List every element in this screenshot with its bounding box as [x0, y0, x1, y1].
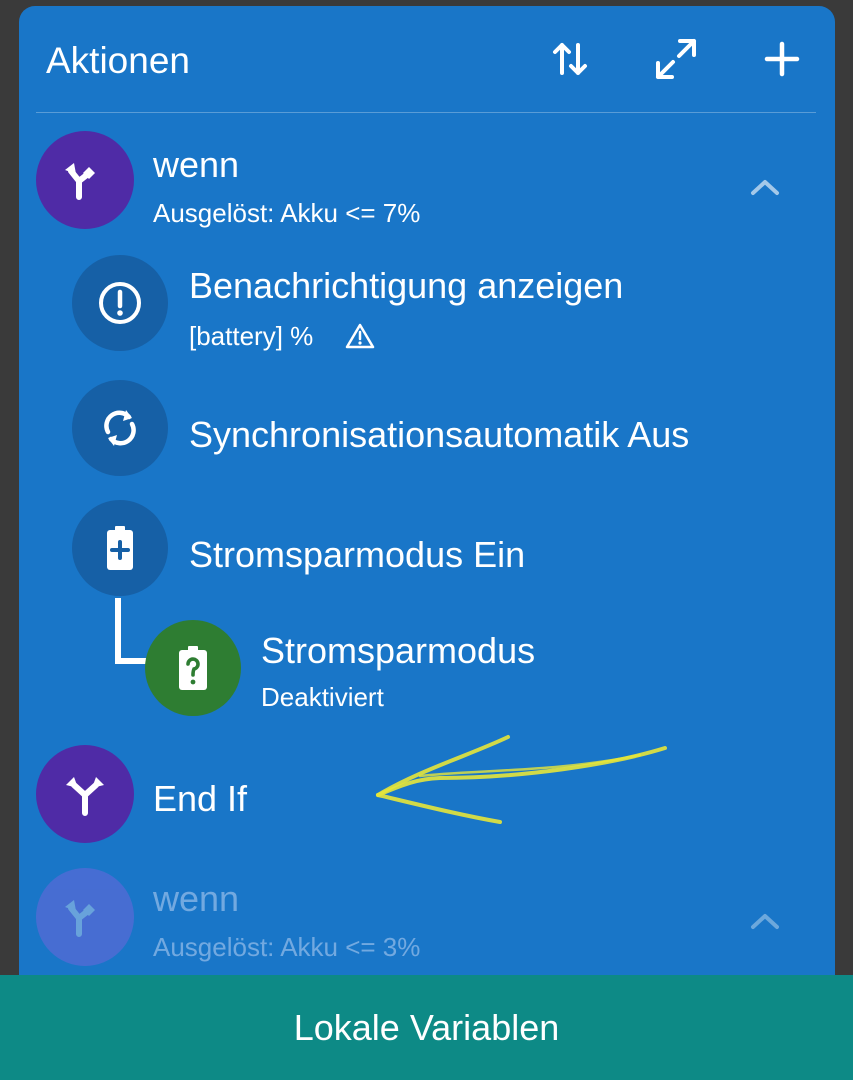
expand-button[interactable] [653, 36, 699, 82]
action-power-saving-on[interactable]: Stromsparmodus Ein [19, 496, 835, 600]
battery-question-icon [145, 620, 241, 716]
condition-title: wenn [153, 144, 240, 185]
warning-triangle-icon [345, 323, 375, 354]
header-divider [36, 112, 816, 113]
action-title: Stromsparmodus Ein [189, 534, 526, 575]
action-auto-sync-off[interactable]: Synchronisationsautomatik Aus [19, 376, 835, 482]
branch-icon [36, 868, 134, 966]
action-title: Benachrichtigung anzeigen [189, 265, 624, 306]
action-subtitle: [battery] % [189, 321, 314, 351]
condition-end-if[interactable]: End If [19, 736, 835, 860]
plus-icon [764, 41, 800, 77]
sort-arrows-icon [553, 43, 587, 75]
condition-if-battery-7[interactable]: wenn Ausgelöst: Akku <= 7% [19, 116, 835, 248]
branch-icon [36, 745, 134, 843]
chevron-up-icon [751, 914, 779, 929]
branch-icon [36, 131, 134, 229]
condition-subtitle: Ausgelöst: Akku <= 3% [153, 932, 421, 962]
alert-circle-icon [72, 255, 168, 351]
expand-icon [656, 39, 696, 79]
end-if-title: End If [153, 778, 248, 819]
actions-card: Aktionen wenn Ausgelöst: Akku <= 7% Bena… [19, 6, 835, 1080]
condition-title: wenn [153, 878, 240, 919]
sort-button[interactable] [547, 36, 593, 82]
condition-if-battery-3[interactable]: wenn Ausgelöst: Akku <= 3% [19, 864, 835, 982]
collapse-button[interactable] [745, 172, 785, 202]
footer-label: Lokale Variablen [293, 1006, 560, 1048]
action-title: Synchronisationsautomatik Aus [189, 414, 690, 455]
local-variables-button[interactable]: Lokale Variablen [0, 975, 853, 1080]
battery-plus-icon [72, 500, 168, 596]
sync-icon [72, 380, 168, 476]
constraint-subtitle: Deaktiviert [261, 682, 384, 712]
collapse-button[interactable] [745, 906, 785, 936]
chevron-up-icon [751, 180, 779, 195]
action-show-notification[interactable]: Benachrichtigung anzeigen [battery] % [19, 251, 835, 361]
actions-title: Aktionen [46, 40, 190, 81]
add-action-button[interactable] [759, 36, 805, 82]
actions-header: Aktionen [19, 6, 835, 112]
constraint-title: Stromsparmodus [261, 630, 536, 671]
constraint-power-saving[interactable]: Stromsparmodus Deaktiviert [19, 618, 835, 728]
condition-subtitle: Ausgelöst: Akku <= 7% [153, 198, 421, 228]
